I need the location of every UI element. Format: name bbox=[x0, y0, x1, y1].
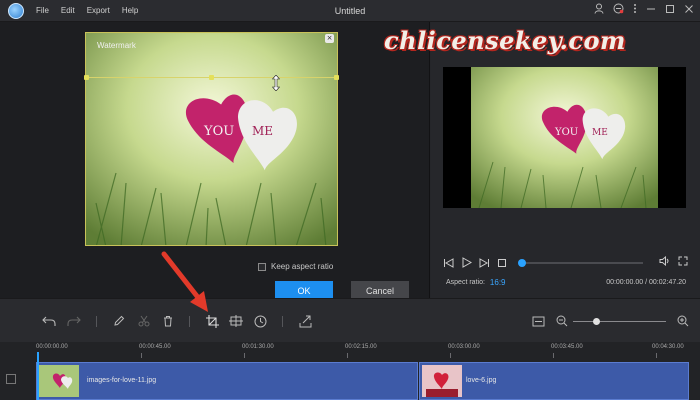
fit-timeline-icon[interactable] bbox=[530, 313, 546, 329]
volume-icon[interactable] bbox=[659, 256, 670, 266]
watermark-close-icon[interactable]: × bbox=[325, 34, 334, 43]
preview-panel: YOU ME Aspect ratio: 16:9 00:00:00.00 / … bbox=[431, 22, 700, 298]
zoom-slider[interactable] bbox=[573, 318, 666, 325]
title-bar: File Edit Export Help Untitled bbox=[0, 0, 700, 22]
watermark-text[interactable]: Watermark bbox=[97, 41, 136, 50]
current-time: 00:00:00.00 bbox=[606, 279, 644, 286]
ruler-tick-label: 00:01:30.00 bbox=[242, 344, 274, 350]
mosaic-icon[interactable] bbox=[228, 313, 244, 329]
ruler-tick bbox=[347, 353, 348, 358]
play-icon[interactable] bbox=[461, 257, 472, 268]
edit-pencil-icon[interactable] bbox=[111, 313, 127, 329]
app-window: File Edit Export Help Untitled YOU ME Wa… bbox=[0, 0, 700, 400]
toolbar-separator bbox=[282, 316, 283, 327]
ruler-tick-label: 00:00:00.00 bbox=[36, 344, 68, 350]
cut-icon[interactable] bbox=[136, 313, 152, 329]
preview-image: YOU ME bbox=[471, 67, 658, 208]
resize-handle-middle[interactable] bbox=[209, 75, 214, 80]
clip-name: love-6.jpg bbox=[466, 377, 497, 384]
resize-cursor-icon bbox=[272, 75, 280, 91]
ruler-tick-label: 00:03:00.00 bbox=[448, 344, 480, 350]
aspect-ratio-label: Aspect ratio: bbox=[446, 279, 485, 286]
menu-export[interactable]: Export bbox=[87, 6, 110, 15]
zoom-slider-knob[interactable] bbox=[593, 318, 601, 325]
site-watermark-text: chlicensekey.com bbox=[384, 26, 626, 55]
photo-text-you: YOU bbox=[203, 124, 234, 139]
toolbar-separator bbox=[96, 316, 97, 327]
clip-thumbnail bbox=[39, 365, 79, 397]
ruler-tick-label: 00:03:45.00 bbox=[551, 344, 583, 350]
time-display: 00:00:00.00 / 00:02:47.20 bbox=[606, 279, 686, 286]
app-logo-icon bbox=[8, 2, 24, 19]
preview-text-you: YOU bbox=[554, 127, 578, 138]
timeline-ruler[interactable]: 00:00:00.00 00:00:45.00 00:01:30.00 00:0… bbox=[0, 342, 700, 358]
player-controls bbox=[443, 257, 507, 268]
keep-aspect-checkbox[interactable] bbox=[258, 262, 266, 271]
preview-text-me: ME bbox=[592, 128, 608, 138]
user-icon[interactable] bbox=[594, 3, 604, 14]
close-icon[interactable] bbox=[684, 4, 694, 14]
keep-aspect-label: Keep aspect ratio bbox=[271, 262, 334, 271]
resize-handle-right[interactable] bbox=[334, 75, 339, 80]
toolbar-separator bbox=[189, 316, 190, 327]
ruler-tick bbox=[553, 353, 554, 358]
aspect-ratio-value[interactable]: 16:9 bbox=[490, 278, 506, 287]
audio-controls bbox=[659, 256, 688, 266]
ruler-tick-label: 00:04:30.00 bbox=[652, 344, 684, 350]
ruler-tick bbox=[656, 353, 657, 358]
minimize-icon[interactable] bbox=[646, 4, 656, 14]
zoom-out-icon[interactable] bbox=[554, 313, 570, 329]
duration-clock-icon[interactable] bbox=[252, 313, 268, 329]
redo-icon[interactable] bbox=[66, 313, 82, 329]
ruler-tick bbox=[450, 353, 451, 358]
playback-progress-bar[interactable] bbox=[518, 259, 643, 267]
ruler-tick-label: 00:02:15.00 bbox=[345, 344, 377, 350]
timeline-playhead[interactable] bbox=[37, 352, 39, 400]
zoom-in-icon[interactable] bbox=[675, 313, 691, 329]
ruler-tick bbox=[141, 353, 142, 358]
ruler-tick bbox=[244, 353, 245, 358]
ruler-tick-label: 00:00:45.00 bbox=[139, 344, 171, 350]
keep-aspect-ratio-option[interactable]: Keep aspect ratio bbox=[258, 262, 333, 271]
fullscreen-icon[interactable] bbox=[678, 256, 688, 266]
export-icon[interactable] bbox=[297, 313, 313, 329]
window-controls bbox=[594, 3, 694, 14]
playback-knob[interactable] bbox=[518, 259, 526, 267]
clip-name: images-for-love-11.jpg bbox=[87, 377, 157, 384]
next-frame-icon[interactable] bbox=[479, 257, 490, 268]
menu-file[interactable]: File bbox=[36, 6, 49, 15]
notification-icon[interactable] bbox=[613, 3, 624, 14]
menu-help[interactable]: Help bbox=[122, 6, 138, 15]
edited-photo[interactable]: YOU ME bbox=[85, 32, 338, 246]
resize-handle-left[interactable] bbox=[84, 75, 89, 80]
clip-thumbnail bbox=[422, 365, 462, 397]
menu-edit[interactable]: Edit bbox=[61, 6, 75, 15]
timeline-panel: 00:00:00.00 00:00:45.00 00:01:30.00 00:0… bbox=[0, 342, 700, 400]
previous-frame-icon[interactable] bbox=[443, 257, 454, 268]
aspect-ratio-row: Aspect ratio: 16:9 bbox=[446, 278, 506, 287]
track-toggle-icon[interactable] bbox=[6, 374, 16, 384]
edit-toolbar bbox=[0, 298, 700, 342]
timeline-clip[interactable]: love-6.jpg bbox=[419, 362, 689, 400]
menu-bar: File Edit Export Help bbox=[36, 6, 138, 15]
maximize-icon[interactable] bbox=[665, 4, 675, 14]
preview-frame: YOU ME bbox=[443, 67, 686, 208]
annotation-arrow-icon bbox=[161, 251, 208, 312]
stop-icon[interactable] bbox=[497, 258, 507, 268]
more-icon[interactable] bbox=[633, 3, 637, 14]
total-time: 00:02:47.20 bbox=[649, 279, 686, 286]
undo-icon[interactable] bbox=[41, 313, 57, 329]
timeline-clip[interactable]: images-for-love-11.jpg bbox=[36, 362, 418, 400]
photo-text-me: ME bbox=[252, 124, 273, 138]
